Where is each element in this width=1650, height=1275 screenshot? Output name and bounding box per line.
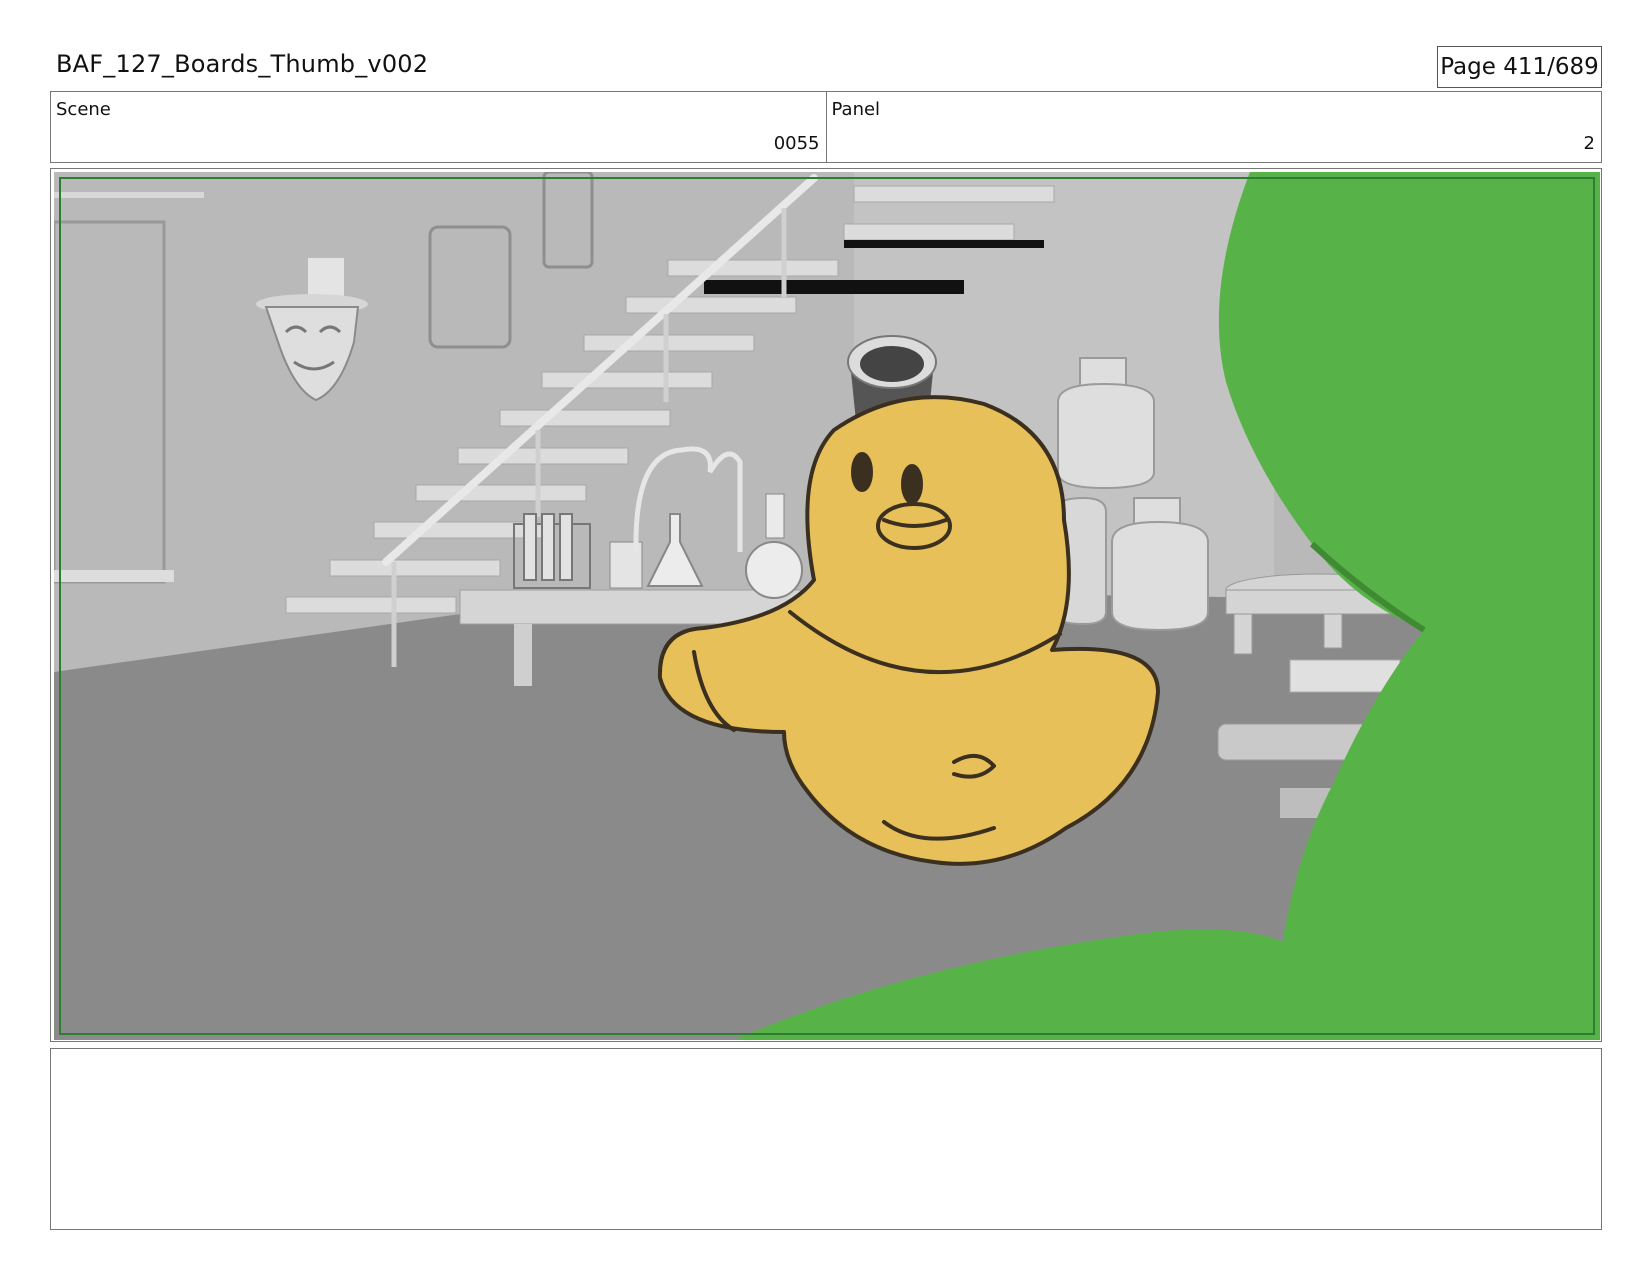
storyboard-panel-image (54, 172, 1600, 1040)
stair-shadow (704, 280, 964, 294)
stair-shadow-upper (844, 240, 1044, 248)
panel-cell: Panel 2 (825, 92, 1602, 162)
scene-label: Scene (56, 99, 111, 120)
scene-cell: Scene 0055 (51, 92, 826, 162)
small-stool (1289, 659, 1401, 693)
wall-shelf (54, 192, 204, 198)
notes-box (50, 1048, 1602, 1230)
panel-label: Panel (831, 99, 881, 120)
page-indicator: Page 411/689 (1437, 46, 1602, 88)
storyboard-frame (50, 168, 1602, 1042)
wall-ledge (54, 570, 174, 582)
document-title: BAF_127_Boards_Thumb_v002 (56, 50, 429, 78)
panel-value: 2 (1583, 133, 1595, 154)
info-row: Scene 0055 Panel 2 (50, 91, 1602, 163)
scene-value: 0055 (773, 133, 820, 154)
